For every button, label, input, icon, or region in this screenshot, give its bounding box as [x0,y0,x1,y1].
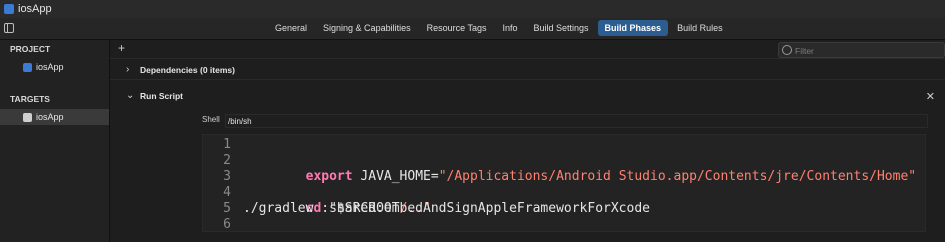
filter-input[interactable] [793,43,942,59]
editor-tab-bar: General Signing & Capabilities Resource … [0,18,945,40]
tab-build-rules[interactable]: Build Rules [670,20,730,36]
script-line-4: 4 cd "$SRCROOT/.." [203,185,925,216]
line-number: 6 [223,217,231,232]
phase-label: Dependencies (0 items) [140,65,235,75]
line-number: 3 [223,169,231,184]
script-line-6: 6 [203,217,925,233]
phase-dependencies[interactable]: › Dependencies (0 items) [110,61,945,80]
targets-section-heading: TARGETS [10,94,50,104]
build-tabs: General Signing & Capabilities Resource … [268,20,732,36]
line-number: 2 [223,153,231,168]
script-editor[interactable]: 1 2 export JAVA_HOME="/Applications/Andr… [202,134,926,232]
filter-field[interactable] [778,42,945,59]
tab-info[interactable]: Info [495,20,524,36]
app-icon [4,4,14,14]
target-icon [23,112,32,122]
tab-build-phases[interactable]: Build Phases [597,20,669,36]
sidebar-item-project-iosapp[interactable]: iosApp [0,59,109,75]
line-number: 1 [223,137,231,152]
phases-toolbar: + [110,40,945,59]
line-code: ./gradlew :shared:embedAndSignAppleFrame… [243,201,650,216]
filter-icon [782,45,792,55]
project-section-heading: PROJECT [10,44,51,54]
shell-row: Shell [202,114,928,128]
shell-input[interactable] [225,114,928,128]
tab-build-settings[interactable]: Build Settings [526,20,595,36]
script-line-1: 1 [203,137,925,153]
script-line-5: 5 ./gradlew :shared:embedAndSignAppleFra… [203,201,925,217]
add-icon[interactable]: + [118,42,128,54]
phase-label: Run Script [140,91,183,101]
sidebar-item-label: iosApp [36,112,64,122]
tab-resource-tags[interactable]: Resource Tags [420,20,494,36]
line-number: 4 [223,185,231,200]
sidebar-toggle-icon[interactable] [4,23,14,33]
project-navigator: PROJECT iosApp TARGETS iosApp [0,40,110,242]
tab-general[interactable]: General [268,20,314,36]
tab-signing-capabilities[interactable]: Signing & Capabilities [316,20,418,36]
project-icon [23,62,32,72]
window-titlebar: iosApp [0,0,945,18]
script-line-3: 3 [203,169,925,185]
chevron-right-icon[interactable]: › [126,65,136,75]
window-title: iosApp [18,3,52,15]
build-phases-pane: + › Dependencies (0 items) ⌄ Run Script … [110,40,945,242]
sidebar-item-target-iosapp[interactable]: iosApp [0,109,109,125]
line-number: 5 [223,201,231,216]
phase-run-script[interactable]: ⌄ Run Script ✕ [110,87,945,105]
close-icon[interactable]: ✕ [926,90,935,103]
sidebar-item-label: iosApp [36,62,64,72]
script-line-2: 2 export JAVA_HOME="/Applications/Androi… [203,153,925,184]
chevron-down-icon[interactable]: ⌄ [126,91,136,101]
shell-label: Shell [202,115,220,124]
